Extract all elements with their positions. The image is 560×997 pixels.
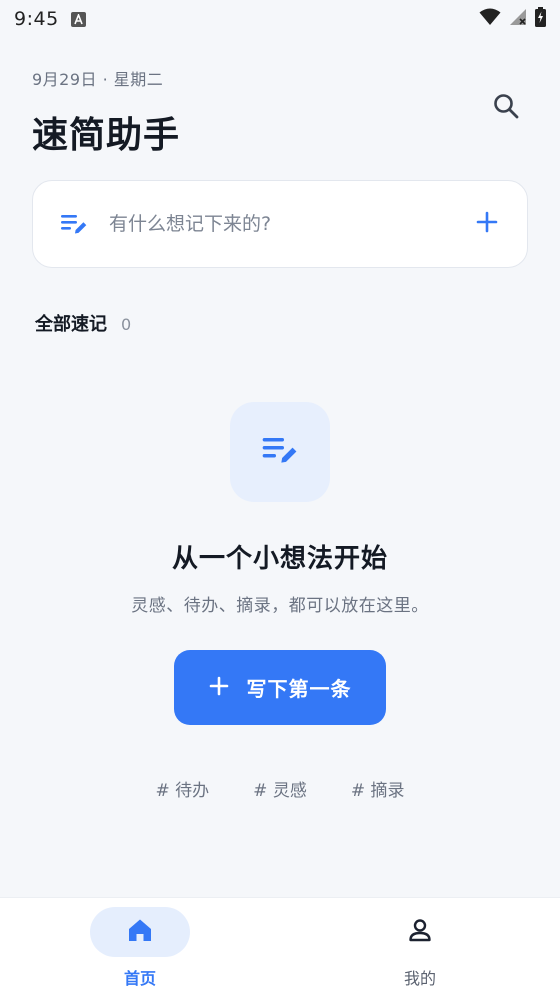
nav-label-home: 首页 [123,969,156,988]
tag-inspiration[interactable]: # 灵感 [253,776,307,801]
empty-state: 从一个小想法开始 灵感、待办、摘录，都可以放在这里。 [0,402,560,616]
nav-item-profile[interactable]: 我的 [280,898,560,997]
tag-excerpt[interactable]: # 摘录 [351,776,405,801]
notification-a-icon [70,11,86,27]
battery-charging-icon [535,7,546,31]
note-count: 0 [121,315,132,334]
section-title: 全部速记 [35,314,107,335]
quick-add-button[interactable] [469,206,505,242]
nav-pill-home [90,907,190,957]
status-time: 9:45 [14,8,59,30]
search-icon [492,92,520,124]
section-heading: 全部速记 0 [35,310,131,336]
person-icon [406,916,434,948]
status-left: 9:45 [14,8,86,30]
nav-label-profile: 我的 [403,969,436,988]
empty-state-title: 从一个小想法开始 [171,544,388,574]
nav-item-home[interactable]: 首页 [0,898,280,997]
write-first-note-label: 写下第一条 [246,677,352,701]
write-first-note-button[interactable]: 写下第一条 [174,650,386,725]
search-button[interactable] [488,90,524,126]
notes-edit-icon [59,209,89,239]
date-label: 9月29日 · 星期二 [32,70,164,89]
plus-icon [209,676,229,700]
nav-pill-profile [370,907,470,957]
empty-state-icon-tile [230,402,330,502]
page-title: 速简助手 [32,115,181,156]
quick-add-bar[interactable] [32,180,528,268]
notes-edit-icon [260,430,300,474]
status-bar: 9:45 [0,0,560,38]
bottom-nav: 首页 我的 [0,897,560,997]
header: 9月29日 · 星期二 速简助手 [32,66,528,156]
quick-add-input[interactable] [109,213,469,235]
plus-icon [476,211,498,237]
tag-todo[interactable]: # 待办 [156,776,210,801]
signal-no-service-icon [509,8,527,30]
home-icon [126,916,154,948]
tag-list: # 待办 # 灵感 # 摘录 [0,776,560,801]
empty-state-subtitle: 灵感、待办、摘录，都可以放在这里。 [131,596,429,616]
status-right [479,7,546,31]
wifi-icon [479,8,501,30]
